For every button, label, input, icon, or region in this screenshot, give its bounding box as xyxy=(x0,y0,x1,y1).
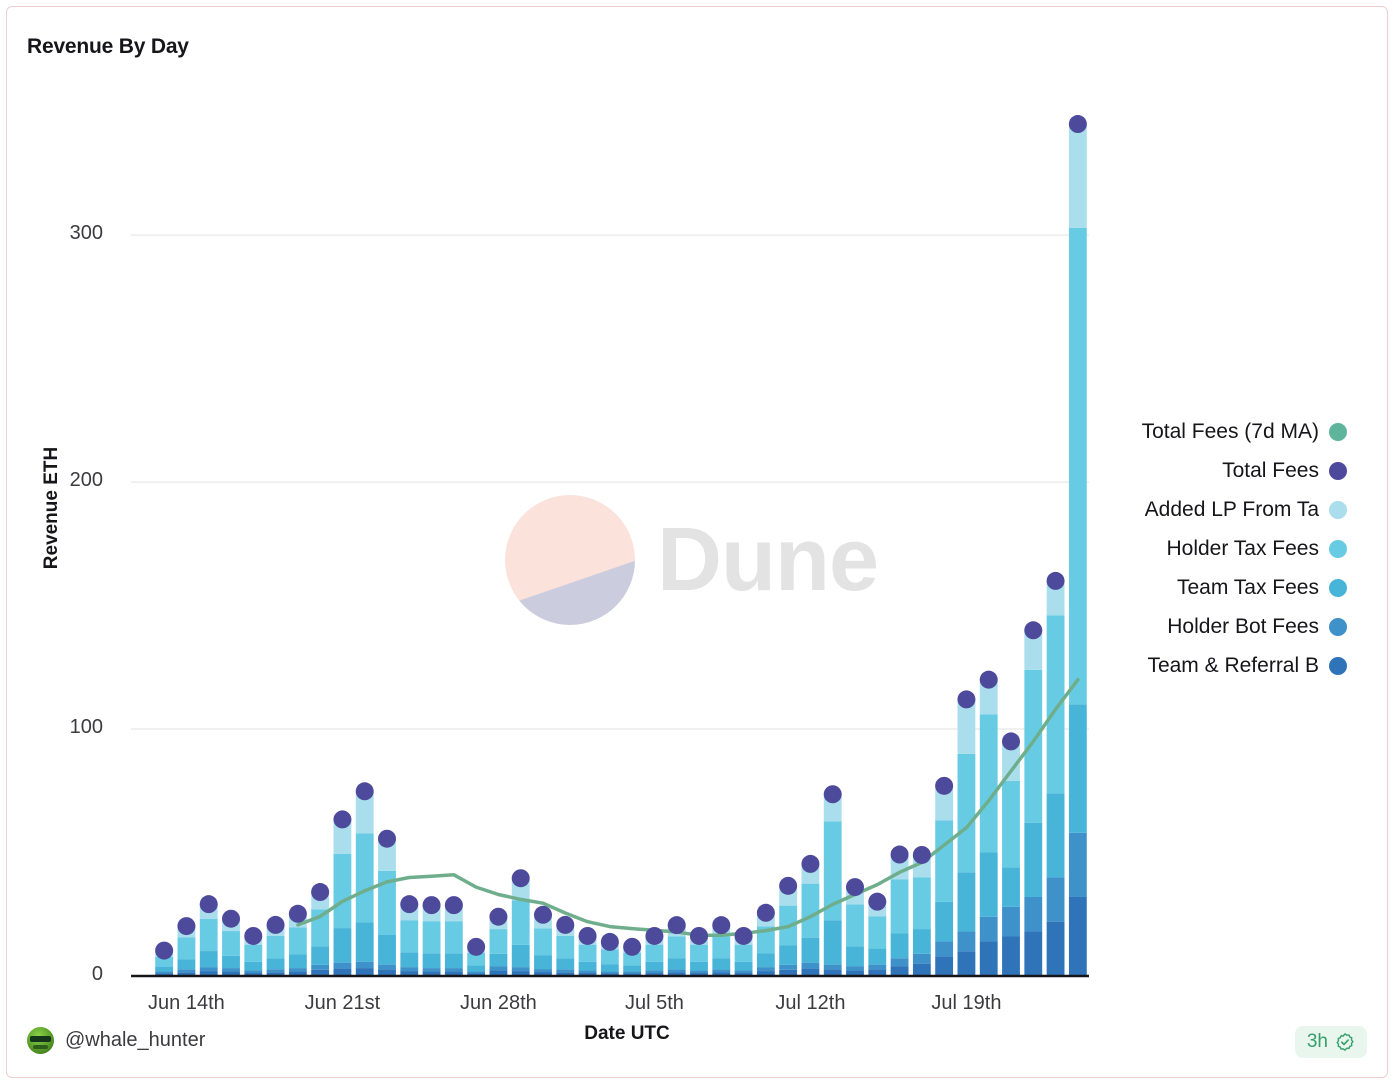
legend-item-label: Team & Referral B xyxy=(1147,653,1319,677)
x-tick-label: Jun 21st xyxy=(304,992,381,1014)
avatar xyxy=(27,1027,54,1054)
legend-color-swatch xyxy=(1329,578,1347,597)
legend-item-5[interactable]: Holder Bot Fees xyxy=(1082,607,1347,646)
legend-item-label: Total Fees xyxy=(1222,458,1319,482)
legend-color-swatch xyxy=(1329,500,1347,519)
legend-color-swatch xyxy=(1329,422,1347,441)
legend-item-1[interactable]: Total Fees xyxy=(1082,451,1347,490)
x-tick-label: Jun 28th xyxy=(460,992,537,1014)
gridlines xyxy=(131,234,1089,731)
legend-item-label: Team Tax Fees xyxy=(1176,575,1319,599)
author-block[interactable]: @whale_hunter xyxy=(27,1027,205,1054)
verified-check-icon xyxy=(1336,1033,1354,1051)
x-tick-label: Jul 12th xyxy=(775,992,846,1014)
x-axis-label: Date UTC xyxy=(584,1023,670,1044)
legend-item-2[interactable]: Added LP From Ta xyxy=(1082,490,1347,529)
legend-item-3[interactable]: Holder Tax Fees xyxy=(1082,529,1347,568)
x-tick-label: Jun 14th xyxy=(148,992,225,1014)
y-axis-label: Revenue ETH xyxy=(41,446,62,570)
legend-color-swatch xyxy=(1329,539,1347,558)
chart-legend[interactable]: Total Fees (7d MA) Total Fees Added LP Fro… xyxy=(1082,412,1347,685)
bar-series xyxy=(155,124,1087,976)
legend-item-4[interactable]: Team Tax Fees xyxy=(1082,568,1347,607)
y-tick-label: 100 xyxy=(69,716,103,739)
legend-item-0[interactable]: Total Fees (7d MA) xyxy=(1082,412,1347,451)
legend-item-6[interactable]: Team & Referral B xyxy=(1082,646,1347,685)
legend-item-label: Added LP From Ta xyxy=(1144,497,1319,521)
username-label: @whale_hunter xyxy=(65,1029,206,1051)
legend-color-swatch xyxy=(1329,461,1347,480)
legend-color-swatch xyxy=(1329,617,1347,636)
legend-item-label: Total Fees (7d MA) xyxy=(1141,419,1319,443)
y-tick-label: 300 xyxy=(69,222,103,245)
y-tick-label: 0 xyxy=(91,963,103,985)
refresh-age-label: 3h xyxy=(1306,1031,1328,1052)
chart-card: Revenue By Day Dune 0 100 200 300 Jun 14th J… xyxy=(6,6,1388,1078)
legend-item-label: Holder Tax Fees xyxy=(1166,536,1319,560)
legend-color-swatch xyxy=(1329,656,1347,675)
x-tick-label: Jul 5th xyxy=(624,992,684,1014)
x-tick-label: Jul 19th xyxy=(931,992,1002,1014)
legend-item-label: Holder Bot Fees xyxy=(1167,614,1319,638)
refresh-status-badge[interactable]: 3h xyxy=(1294,1026,1367,1058)
